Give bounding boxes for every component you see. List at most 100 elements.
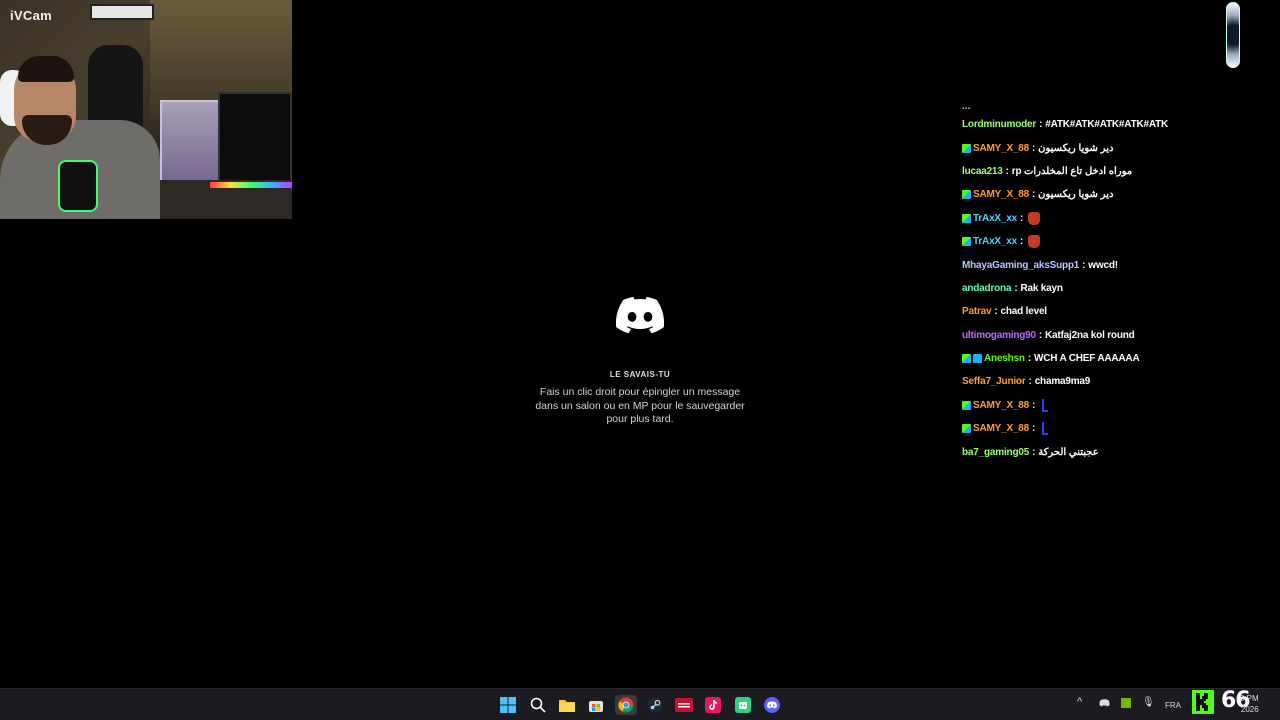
kick-icon[interactable] xyxy=(733,695,753,715)
webcam-monitor xyxy=(218,92,292,187)
webcam-person-hair xyxy=(18,56,74,82)
chat-message: SAMY_X_88: دير شويا ريكسيون xyxy=(962,136,1222,159)
chat-username[interactable]: Lordminumoder xyxy=(962,119,1036,130)
tip-body-line: pour plus tard. xyxy=(606,413,674,425)
chat-message: SAMY_X_88: xyxy=(962,394,1222,417)
chat-message: lucaa213: rp موراه ادخل تاع المخلدرات xyxy=(962,160,1222,183)
chat-badge-icon xyxy=(962,237,971,247)
chat-username[interactable]: Seffa7_Junior xyxy=(962,376,1026,387)
webcam-overlay: iVCam xyxy=(0,0,292,219)
chat-badge-icon xyxy=(962,190,971,200)
microsoft-store-icon[interactable] xyxy=(586,695,606,715)
chat-separator: : xyxy=(1038,329,1043,341)
chat-overlay: ... Lordminumoder: #ATK#ATK#ATK#ATK#ATK SA… xyxy=(962,104,1222,464)
search-icon[interactable] xyxy=(528,695,548,715)
chat-message: SAMY_X_88: دير شويا ريكسيون xyxy=(962,183,1222,206)
chat-username[interactable]: TrAxX_xx xyxy=(973,236,1017,247)
top-right-widget xyxy=(1226,2,1240,68)
chat-emote-blue-icon xyxy=(1042,422,1049,436)
tray-microphone-icon[interactable]: 🎙 xyxy=(1142,697,1155,708)
chat-separator: : xyxy=(1028,376,1032,388)
tip-body-line: dans un salon ou en MP pour le sauvegard… xyxy=(535,399,745,412)
chat-cut-line: ... xyxy=(962,104,971,112)
chat-badge-icon xyxy=(962,400,971,410)
tip-body-line: Fais un clic droit pour épingler un mess… xyxy=(539,386,741,398)
kick-viewer-logo-icon xyxy=(1192,690,1214,714)
tray-language[interactable]: FRA xyxy=(1165,701,1181,710)
windows-start-icon[interactable] xyxy=(498,695,518,715)
chat-badge-icon xyxy=(962,213,971,223)
chat-separator: : xyxy=(1039,119,1043,131)
chat-emote-blue-icon xyxy=(1042,398,1049,412)
chat-badge-icon xyxy=(962,354,971,364)
discord-icon[interactable] xyxy=(762,695,782,715)
chat-username[interactable]: ba7_gaming05 xyxy=(962,447,1029,458)
chat-emote-red-icon xyxy=(1028,211,1041,225)
chat-message-text: #ATK#ATK#ATK#ATK#ATK xyxy=(1045,119,1169,131)
tip-body: Fais un clic droit pour épingler un mess… xyxy=(520,386,760,427)
chat-username[interactable]: MhayaGaming_aksSupp1 xyxy=(962,260,1079,271)
system-clock[interactable]: 0 PM 2026 xyxy=(1240,693,1259,715)
chat-username[interactable]: andadrona xyxy=(962,283,1012,294)
chat-username[interactable]: SAMY_X_88 xyxy=(973,189,1029,200)
chat-username[interactable]: SAMY_X_88 xyxy=(973,423,1029,434)
chat-messages: Lordminumoder: #ATK#ATK#ATK#ATK#ATK SAMY_X… xyxy=(962,113,1222,464)
chat-message-text: wwcd! xyxy=(1088,259,1118,271)
chat-message: Patrav: chad level xyxy=(962,300,1222,323)
chat-separator: : xyxy=(1032,399,1036,411)
file-explorer-icon[interactable] xyxy=(557,695,577,715)
chat-separator: : xyxy=(1032,423,1036,435)
chat-username[interactable]: TrAxX_xx xyxy=(973,213,1017,224)
tiktok-icon[interactable] xyxy=(703,695,723,715)
chat-message-text: Katfaj2na kol round xyxy=(1045,329,1135,341)
chat-message: TrAxX_xx: xyxy=(962,207,1222,230)
chat-username[interactable]: lucaa213 xyxy=(962,166,1003,177)
chat-separator: : xyxy=(1082,259,1086,271)
tray-discord-icon[interactable] xyxy=(1099,698,1110,710)
chat-separator: : xyxy=(1027,353,1031,365)
discord-logo-icon xyxy=(616,296,664,334)
chat-message-text: دير شويا ريكسيون xyxy=(1038,142,1114,154)
chat-message-text: عجبتني الحركة xyxy=(1038,446,1099,458)
chat-separator: : xyxy=(1020,236,1024,248)
chat-message: Aneshsn: WCH A CHEF AAAAAA xyxy=(962,347,1222,370)
tray-chevron-up-icon[interactable]: ^ xyxy=(1077,696,1082,708)
chat-separator: : xyxy=(1032,446,1036,458)
steam-icon[interactable] xyxy=(645,695,665,715)
chat-username[interactable]: ultimogaming90 xyxy=(962,330,1036,341)
tray-nvidia-icon[interactable] xyxy=(1121,698,1131,710)
chat-username[interactable]: Patrav xyxy=(962,306,992,317)
chat-message: ba7_gaming05: عجبتني الحركة xyxy=(962,440,1222,463)
chat-badge-icon xyxy=(962,424,971,434)
clock-time: 0 PM xyxy=(1240,694,1259,703)
webcam-label: iVCam xyxy=(10,8,52,23)
clock-date: 2026 xyxy=(1240,705,1259,714)
chat-separator: : xyxy=(1005,165,1009,177)
chat-separator: : xyxy=(994,306,998,318)
webcam-rgb-strip xyxy=(210,182,292,188)
webcam-air-conditioner xyxy=(90,4,154,20)
chat-message-text: chad level xyxy=(1000,306,1048,318)
chat-username[interactable]: SAMY_X_88 xyxy=(973,400,1029,411)
tip-heading: LE SAVAIS-TU xyxy=(609,370,671,379)
chat-separator: : xyxy=(1032,142,1036,154)
chat-message: andadrona: Rak kayn xyxy=(962,277,1222,300)
chat-username[interactable]: SAMY_X_88 xyxy=(973,143,1029,154)
chat-message: Seffa7_Junior: chama9ma9 xyxy=(962,370,1222,393)
chrome-icon[interactable] xyxy=(615,695,637,715)
chat-message: MhayaGaming_aksSupp1: wwcd! xyxy=(962,253,1222,276)
chat-username[interactable]: Aneshsn xyxy=(984,353,1025,364)
chat-message: Lordminumoder: #ATK#ATK#ATK#ATK#ATK xyxy=(962,113,1222,136)
webcam-microphone xyxy=(58,160,98,212)
chat-separator: : xyxy=(1014,282,1018,294)
chat-message-text: Rak kayn xyxy=(1020,282,1063,294)
chat-emote-red-icon xyxy=(1028,235,1041,249)
voice-app-icon[interactable] xyxy=(674,695,694,715)
chat-message-text: rp موراه ادخل تاع المخلدرات xyxy=(1011,165,1133,177)
chat-message-text: دير شويا ريكسيون xyxy=(1038,189,1114,201)
chat-separator: : xyxy=(1020,212,1024,224)
chat-message: TrAxX_xx: xyxy=(962,230,1222,253)
chat-badge-icon xyxy=(973,354,982,364)
chat-separator: : xyxy=(1032,189,1036,201)
chat-message: ultimogaming90: Katfaj2na kol round xyxy=(962,324,1222,347)
